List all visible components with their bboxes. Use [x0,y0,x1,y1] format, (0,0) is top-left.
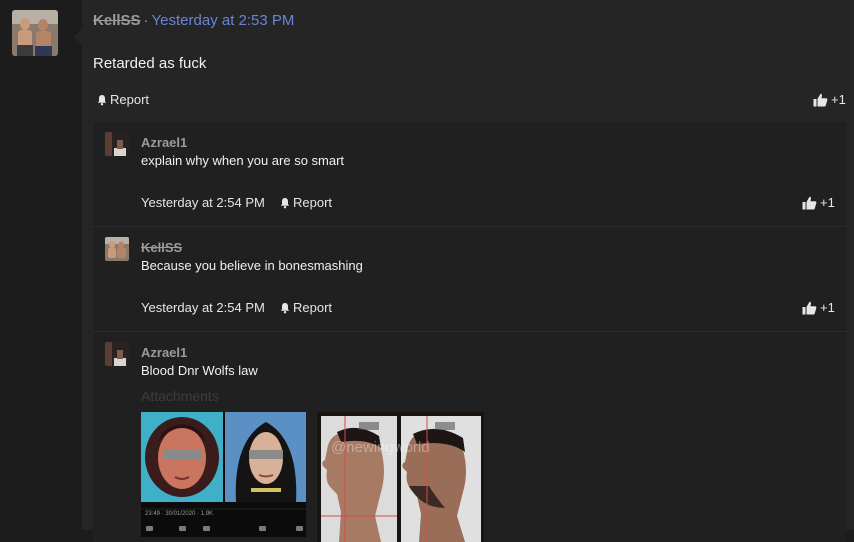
attachment-caption: 23:49 · 30/01/2020 · 1.9K [145,511,213,517]
avatar-column [0,0,83,530]
comment-author[interactable]: KellSS [141,240,182,255]
comment-report-label: Report [293,300,333,315]
comment-reaction[interactable]: +1 [802,195,835,210]
bell-icon [280,302,290,313]
bell-icon [280,197,290,208]
author-avatar[interactable] [12,10,58,56]
header-separator: · [143,12,149,29]
comment-timestamp[interactable]: Yesterday at 2:54 PM [141,300,265,315]
post-header: KellSS · Yesterday at 2:53 PM [93,12,294,29]
attachment-watermark: @newingworld [331,439,430,456]
post-reaction-count: +1 [831,92,846,107]
post-timestamp[interactable]: Yesterday at 2:53 PM [152,12,295,29]
comment-author[interactable]: Azrael1 [141,345,187,360]
post-report-label: Report [110,92,150,107]
comment-avatar[interactable] [105,132,129,156]
post-author[interactable]: KellSS [93,12,141,29]
attachment-faces-comparison[interactable]: 23:49 · 30/01/2020 · 1.9K [141,412,306,537]
comment-report-button[interactable]: Report [279,195,332,210]
comment-text: explain why when you are so smart [141,153,345,168]
comment-report-button[interactable]: Report [279,300,332,315]
comment-author[interactable]: Azrael1 [141,135,187,150]
comment-divider [93,226,846,227]
comment-text: Blood Dnr Wolfs law [141,363,258,378]
comment-timestamp[interactable]: Yesterday at 2:54 PM [141,195,265,210]
post-body: Retarded as fuck [93,55,207,72]
comment-divider [93,331,846,332]
comment-report-label: Report [293,195,333,210]
comment-text: Because you believe in bonesmashing [141,258,363,273]
comment-reaction-count: +1 [820,195,835,210]
attachment-profile-comparison[interactable]: @newingworld [317,412,484,542]
attachments-label: Attachments [141,388,219,404]
bell-icon [97,94,107,105]
thumbs-up-icon [802,301,817,314]
comment-avatar[interactable] [105,342,129,366]
comment-avatar[interactable] [105,237,129,261]
post-reaction[interactable]: +1 [813,92,846,107]
comment-reaction-count: +1 [820,300,835,315]
thumbs-up-icon [813,93,828,106]
comment-thread: Azrael1 explain why when you are so smar… [93,122,846,542]
thumbs-up-icon [802,196,817,209]
post-report-button[interactable]: Report [96,92,149,107]
comment-reaction[interactable]: +1 [802,300,835,315]
